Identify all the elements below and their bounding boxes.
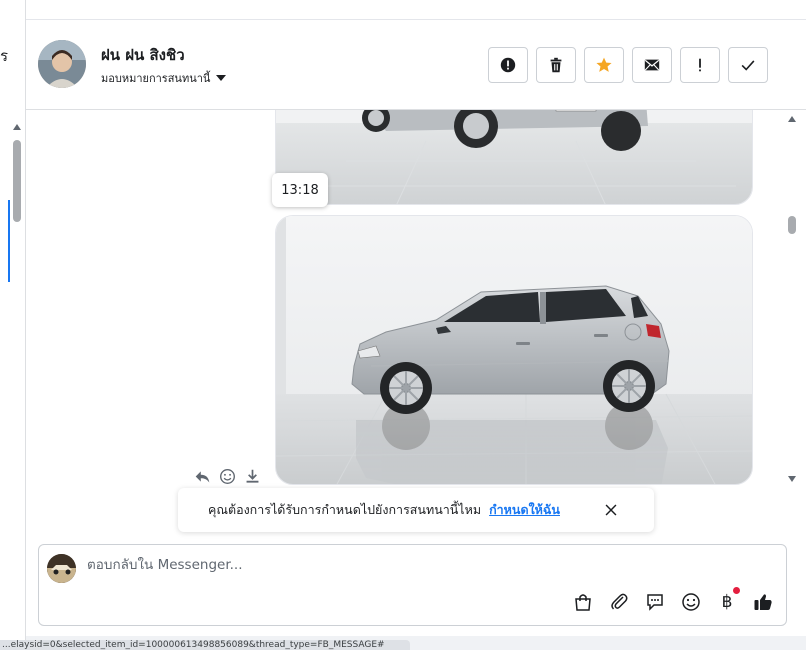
star-button[interactable]: [584, 47, 624, 83]
saved-reply-button[interactable]: [644, 591, 666, 613]
list-edge-text: ร: [0, 47, 9, 65]
composer-tools: ฿: [572, 587, 774, 613]
paperclip-icon: [611, 593, 628, 610]
trash-icon: [550, 57, 562, 73]
mark-done-button[interactable]: [728, 47, 768, 83]
car-photo-message[interactable]: [275, 215, 753, 485]
mark-unread-button[interactable]: [632, 47, 672, 83]
shop-button[interactable]: [572, 591, 594, 613]
list-scrollbar-thumb[interactable]: [13, 140, 21, 222]
assign-dropdown[interactable]: มอบหมายการสนทนานี้: [101, 69, 227, 87]
like-button[interactable]: [752, 591, 774, 613]
check-icon: [741, 60, 755, 71]
close-icon[interactable]: [602, 501, 620, 519]
follow-up-button[interactable]: [680, 47, 720, 83]
assign-to-me-link[interactable]: กำหนดให้ฉัน: [489, 500, 560, 520]
conversation-list-edge: ร: [0, 0, 26, 640]
delete-button[interactable]: [536, 47, 576, 83]
chat-bubble-icon: [647, 594, 663, 611]
suggestion-text: คุณต้องการได้รับการกำหนดไปยังการสนทนานี้…: [208, 502, 482, 517]
reply-composer: ฿: [38, 544, 787, 626]
contact-avatar[interactable]: [38, 40, 86, 88]
car-photo-message[interactable]: [275, 110, 753, 205]
top-strip: [26, 0, 806, 20]
thread-scroll-up-arrow[interactable]: [788, 116, 796, 122]
conversation-header: ฝน ฝน สิงชิว มอบหมายการสนทนานี้: [26, 20, 806, 110]
reply-input[interactable]: [87, 557, 687, 573]
envelope-icon: [644, 59, 660, 71]
contact-name[interactable]: ฝน ฝน สิงชิว: [101, 43, 185, 67]
assign-label: มอบหมายการสนทนานี้: [101, 72, 211, 85]
message-timestamp: 13:18: [272, 173, 328, 207]
page-avatar: [47, 554, 76, 583]
message-thread: 13:18: [26, 110, 806, 540]
thread-scrollbar-thumb[interactable]: [788, 216, 796, 234]
attach-button[interactable]: [608, 591, 630, 613]
caret-down-icon: [216, 75, 227, 81]
thread-scroll-down-arrow[interactable]: [788, 476, 796, 482]
shopping-bag-icon: [575, 594, 591, 611]
header-actions: [488, 47, 768, 83]
baht-icon: ฿: [721, 592, 733, 612]
thumbs-up-icon: [754, 594, 772, 610]
emoji-reaction-icon[interactable]: [219, 468, 236, 485]
alert-circle-icon: [500, 57, 516, 73]
selected-indicator: [8, 200, 10, 282]
smiley-icon: [682, 593, 700, 611]
reply-icon[interactable]: [194, 468, 211, 485]
star-icon: [596, 57, 612, 72]
browser-status-url: ...elaysid=0&selected_item_id=1000006134…: [0, 640, 410, 650]
message-actions: [194, 468, 261, 485]
download-icon[interactable]: [244, 468, 261, 485]
emoji-button[interactable]: [680, 591, 702, 613]
list-scroll-up-arrow[interactable]: [13, 124, 21, 130]
assign-suggestion-banner: คุณต้องการได้รับการกำหนดไปยังการสนทนานี้…: [178, 488, 654, 532]
notification-dot: [733, 587, 740, 594]
spam-button[interactable]: [488, 47, 528, 83]
payment-button[interactable]: ฿: [716, 587, 740, 613]
exclamation-icon: [699, 58, 701, 72]
messenger-inbox: ร ฝน ฝน สิงชิว มอบหมายการสนทนานี้ 13:18 …: [0, 0, 806, 650]
